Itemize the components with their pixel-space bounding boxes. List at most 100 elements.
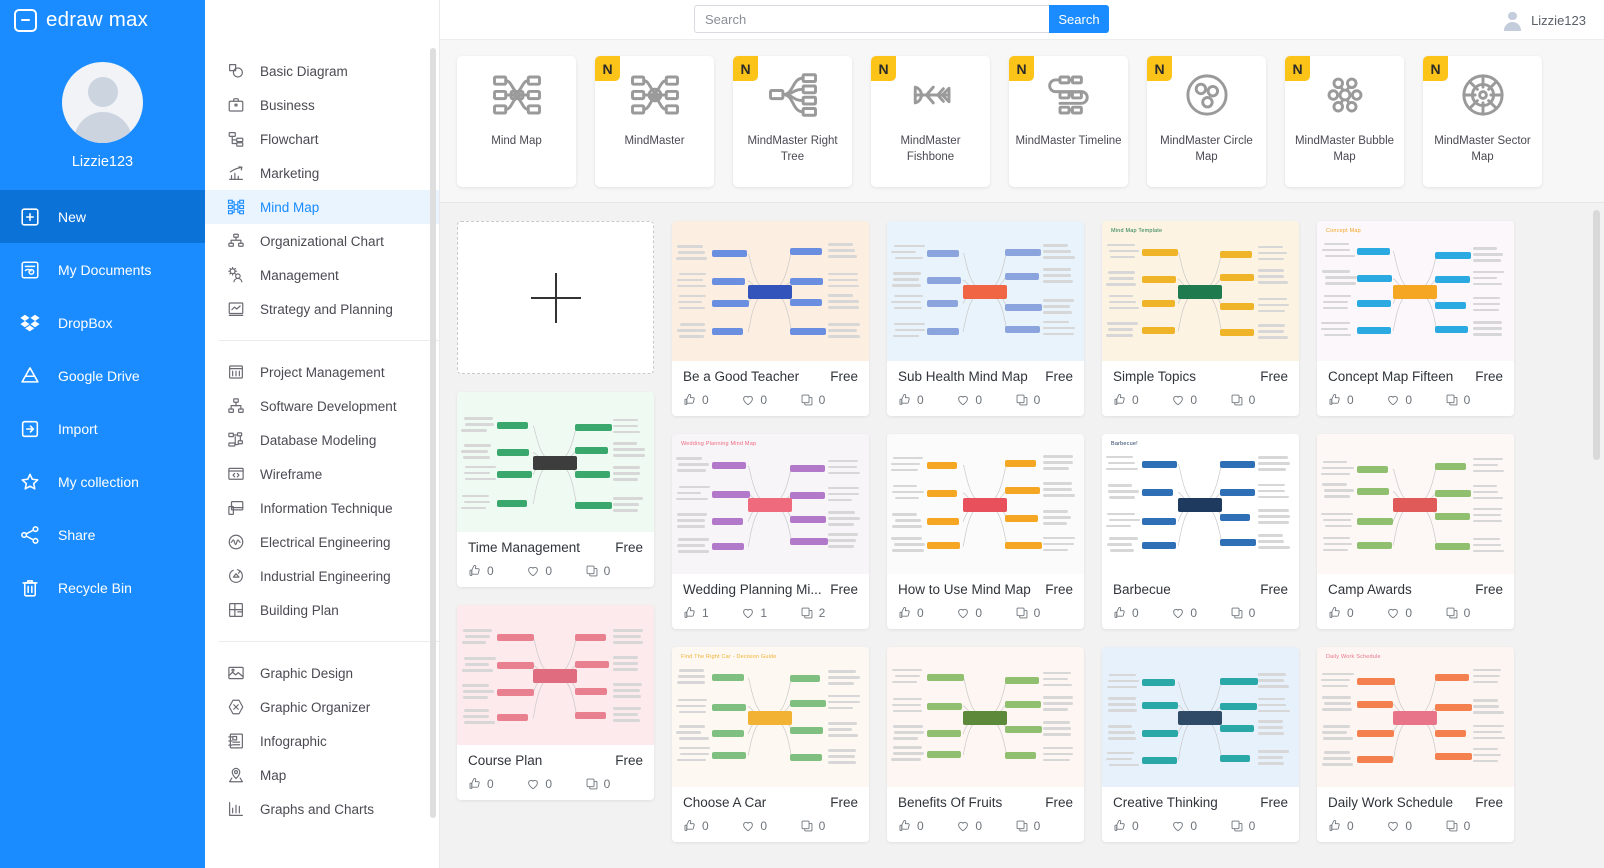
like-stat[interactable]: 0 bbox=[1328, 393, 1386, 407]
category-scrollbar[interactable] bbox=[430, 48, 436, 818]
nav-item-google-drive[interactable]: Google Drive bbox=[0, 349, 205, 402]
template-card[interactable]: Daily Work Schedule Daily Work Schedule Fr… bbox=[1317, 647, 1514, 842]
favorite-stat[interactable]: 0 bbox=[1171, 393, 1229, 407]
like-stat[interactable]: 0 bbox=[1113, 819, 1171, 833]
template-card[interactable]: Mind Map Template Simple Topics Free 0 0 0 bbox=[1102, 221, 1299, 416]
favorite-stat[interactable]: 0 bbox=[956, 393, 1014, 407]
template-card[interactable]: Barbecue! Barbecue Free 0 0 0 bbox=[1102, 434, 1299, 629]
search-button[interactable]: Search bbox=[1049, 5, 1109, 33]
category-item-strategy-and-planning[interactable]: Strategy and Planning bbox=[205, 292, 439, 326]
category-item-organizational-chart[interactable]: Organizational Chart bbox=[205, 224, 439, 258]
copy-stat[interactable]: 0 bbox=[1015, 606, 1073, 620]
avatar[interactable] bbox=[62, 62, 143, 143]
template-type-card[interactable]: N MindMaster bbox=[595, 56, 714, 187]
copy-stat[interactable]: 0 bbox=[585, 777, 643, 791]
like-stat[interactable]: 0 bbox=[1113, 393, 1171, 407]
favorite-stat[interactable]: 0 bbox=[1171, 819, 1229, 833]
brand-logo[interactable]: edraw max bbox=[0, 0, 205, 40]
template-type-card[interactable]: N MindMaster Bubble Map bbox=[1285, 56, 1404, 187]
like-stat[interactable]: 0 bbox=[683, 819, 741, 833]
account-menu[interactable]: Lizzie123 bbox=[1503, 0, 1586, 40]
copy-stat[interactable]: 2 bbox=[800, 606, 858, 620]
like-stat[interactable]: 0 bbox=[683, 393, 741, 407]
copy-stat[interactable]: 0 bbox=[1230, 606, 1288, 620]
copy-stat[interactable]: 0 bbox=[800, 819, 858, 833]
category-item-industrial-engineering[interactable]: Industrial Engineering bbox=[205, 559, 439, 593]
category-item-graphic-organizer[interactable]: Graphic Organizer bbox=[205, 690, 439, 724]
template-card[interactable]: Creative Thinking Free 0 0 0 bbox=[1102, 647, 1299, 842]
category-item-project-management[interactable]: Project Management bbox=[205, 355, 439, 389]
template-type-card[interactable]: N MindMaster Sector Map bbox=[1423, 56, 1542, 187]
nav-item-recycle-bin[interactable]: Recycle Bin bbox=[0, 561, 205, 614]
copy-stat[interactable]: 0 bbox=[1015, 819, 1073, 833]
category-item-mind-map[interactable]: Mind Map bbox=[205, 190, 439, 224]
category-item-management[interactable]: Management bbox=[205, 258, 439, 292]
like-stat[interactable]: 0 bbox=[1328, 819, 1386, 833]
copy-stat[interactable]: 0 bbox=[1230, 819, 1288, 833]
category-item-basic-diagram[interactable]: Basic Diagram bbox=[205, 54, 439, 88]
category-item-graphs-and-charts[interactable]: Graphs and Charts bbox=[205, 792, 439, 826]
like-stat[interactable]: 1 bbox=[683, 606, 741, 620]
nav-item-my-collection[interactable]: My collection bbox=[0, 455, 205, 508]
like-stat[interactable]: 0 bbox=[898, 393, 956, 407]
nav-item-new[interactable]: New bbox=[0, 190, 205, 243]
like-stat[interactable]: 0 bbox=[1113, 606, 1171, 620]
copy-stat[interactable]: 0 bbox=[800, 393, 858, 407]
template-card[interactable]: Be a Good Teacher Free 0 0 0 bbox=[672, 221, 869, 416]
template-card[interactable]: Wedding Planning Mind Map Wedding Plannin… bbox=[672, 434, 869, 629]
nav-item-my-documents[interactable]: My Documents bbox=[0, 243, 205, 296]
template-card[interactable]: Find The Right Car - Decision Guide Choos… bbox=[672, 647, 869, 842]
copy-stat[interactable]: 0 bbox=[1445, 606, 1503, 620]
favorite-stat[interactable]: 0 bbox=[1386, 819, 1444, 833]
template-type-card[interactable]: Mind Map bbox=[457, 56, 576, 187]
favorite-stat[interactable]: 1 bbox=[741, 606, 799, 620]
favorite-stat[interactable]: 0 bbox=[1386, 606, 1444, 620]
template-card[interactable]: Concept Map Concept Map Fifteen Free 0 0 0 bbox=[1317, 221, 1514, 416]
search-input[interactable] bbox=[694, 5, 1049, 33]
favorite-stat[interactable]: 0 bbox=[1386, 393, 1444, 407]
template-type-card[interactable]: N MindMaster Timeline bbox=[1009, 56, 1128, 187]
copy-stat[interactable]: 0 bbox=[1230, 393, 1288, 407]
category-item-business[interactable]: Business bbox=[205, 88, 439, 122]
template-type-card[interactable]: N MindMaster Fishbone bbox=[871, 56, 990, 187]
category-item-software-development[interactable]: Software Development bbox=[205, 389, 439, 423]
template-card[interactable]: Camp Awards Free 0 0 0 bbox=[1317, 434, 1514, 629]
category-item-information-technique[interactable]: Information Technique bbox=[205, 491, 439, 525]
like-stat[interactable]: 0 bbox=[468, 777, 526, 791]
template-type-card[interactable]: N MindMaster Right Tree bbox=[733, 56, 852, 187]
template-card[interactable]: Benefits Of Fruits Free 0 0 0 bbox=[887, 647, 1084, 842]
favorite-stat[interactable]: 0 bbox=[956, 819, 1014, 833]
template-card[interactable]: Sub Health Mind Map Free 0 0 0 bbox=[887, 221, 1084, 416]
template-card[interactable]: Time Management Free 0 0 0 bbox=[457, 392, 654, 587]
nav-item-import[interactable]: Import bbox=[0, 402, 205, 455]
nav-item-share[interactable]: Share bbox=[0, 508, 205, 561]
favorite-stat[interactable]: 0 bbox=[956, 606, 1014, 620]
category-item-building-plan[interactable]: Building Plan bbox=[205, 593, 439, 627]
category-item-marketing[interactable]: Marketing bbox=[205, 156, 439, 190]
favorite-stat[interactable]: 0 bbox=[526, 564, 584, 578]
like-stat[interactable]: 0 bbox=[898, 606, 956, 620]
category-item-electrical-engineering[interactable]: Electrical Engineering bbox=[205, 525, 439, 559]
copy-stat[interactable]: 0 bbox=[1445, 393, 1503, 407]
favorite-stat[interactable]: 0 bbox=[1171, 606, 1229, 620]
category-item-graphic-design[interactable]: Graphic Design bbox=[205, 656, 439, 690]
copy-stat[interactable]: 0 bbox=[1015, 393, 1073, 407]
category-item-infographic[interactable]: Infographic bbox=[205, 724, 439, 758]
like-stat[interactable]: 0 bbox=[468, 564, 526, 578]
like-stat[interactable]: 0 bbox=[898, 819, 956, 833]
template-card[interactable]: Course Plan Free 0 0 0 bbox=[457, 605, 654, 800]
new-blank-template-card[interactable] bbox=[457, 221, 654, 374]
category-item-map[interactable]: Map bbox=[205, 758, 439, 792]
favorite-stat[interactable]: 0 bbox=[741, 393, 799, 407]
copy-stat[interactable]: 0 bbox=[1445, 819, 1503, 833]
category-item-database-modeling[interactable]: Database Modeling bbox=[205, 423, 439, 457]
copy-stat[interactable]: 0 bbox=[585, 564, 643, 578]
nav-item-dropbox[interactable]: DropBox bbox=[0, 296, 205, 349]
favorite-stat[interactable]: 0 bbox=[526, 777, 584, 791]
template-card[interactable]: How to Use Mind Map Free 0 0 0 bbox=[887, 434, 1084, 629]
gallery-scrollbar[interactable] bbox=[1593, 210, 1600, 460]
template-type-card[interactable]: N MindMaster Circle Map bbox=[1147, 56, 1266, 187]
like-stat[interactable]: 0 bbox=[1328, 606, 1386, 620]
category-item-flowchart[interactable]: Flowchart bbox=[205, 122, 439, 156]
category-item-wireframe[interactable]: Wireframe bbox=[205, 457, 439, 491]
